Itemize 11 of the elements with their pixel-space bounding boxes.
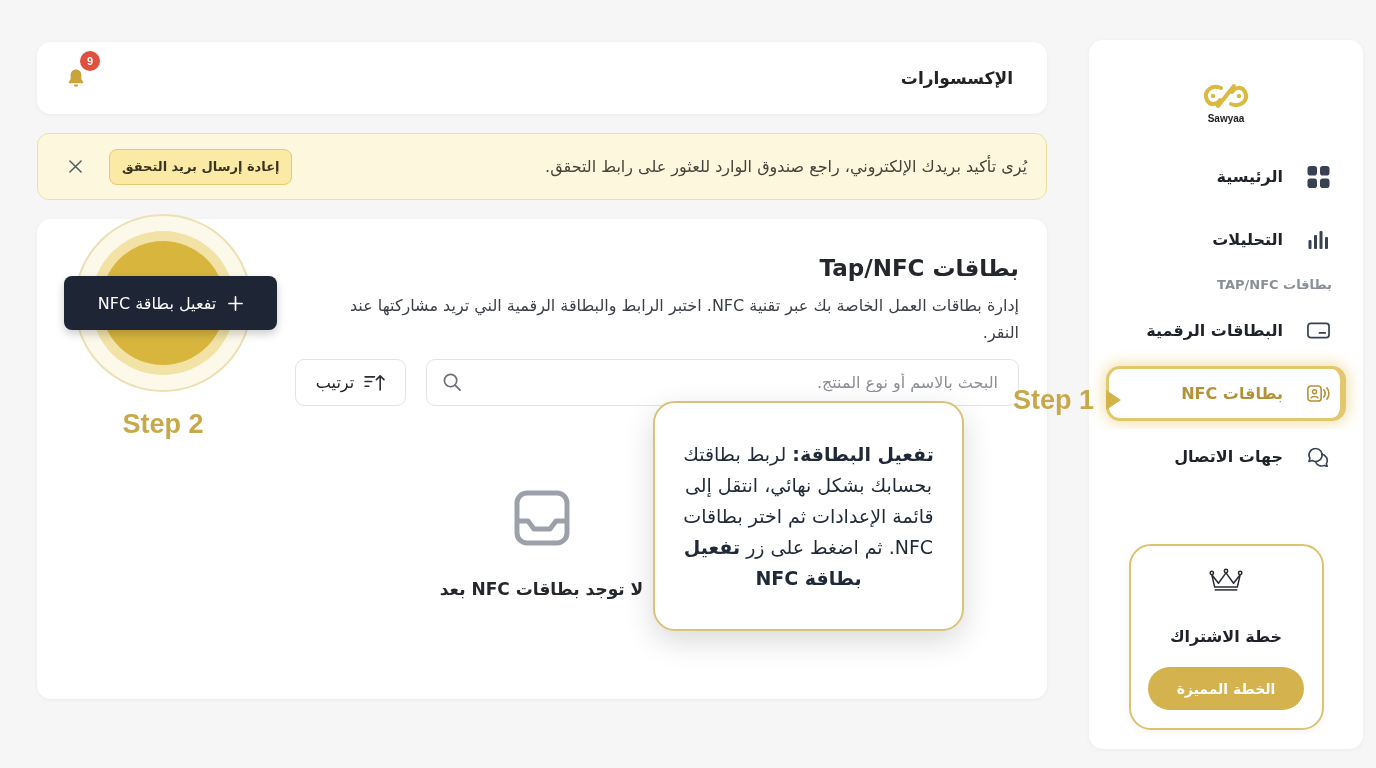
plan-title: خطة الاشتراك bbox=[1169, 626, 1283, 648]
section-title: بطاقات Tap/NFC bbox=[818, 254, 1019, 283]
banner-message: يُرى تأكيد بريدك الإلكتروني، راجع صندوق الوارد للعثور على رابط التحقق. bbox=[545, 157, 1027, 176]
step-label: Step 2 bbox=[121, 409, 205, 439]
empty-state-text: لا توجد بطاقات NFC بعد bbox=[439, 579, 644, 599]
section-description: إدارة بطاقات العمل الخاصة بك عبر تقنية NFC. اختبر الرابط والبطاقة الرقمية الني تريد مشاركتها عند النقر. bbox=[348, 295, 1019, 344]
tooltip-text: تفعيل البطاقة: لربط بطاقتك بحسابك بشكل نهائي، انتقل إلى قائمة الإعدادات ثم اختر بطاقات NFC. ثم اضغط على زر تفعيل بطاقة NFC bbox=[682, 441, 935, 591]
logo-text: Sawyaa bbox=[1207, 113, 1245, 125]
nav-section-label: بطاقات TAP/NFC bbox=[1216, 276, 1332, 294]
page-title: الإكسسوارات bbox=[900, 68, 1013, 88]
notification-badge: 9 bbox=[80, 51, 100, 71]
